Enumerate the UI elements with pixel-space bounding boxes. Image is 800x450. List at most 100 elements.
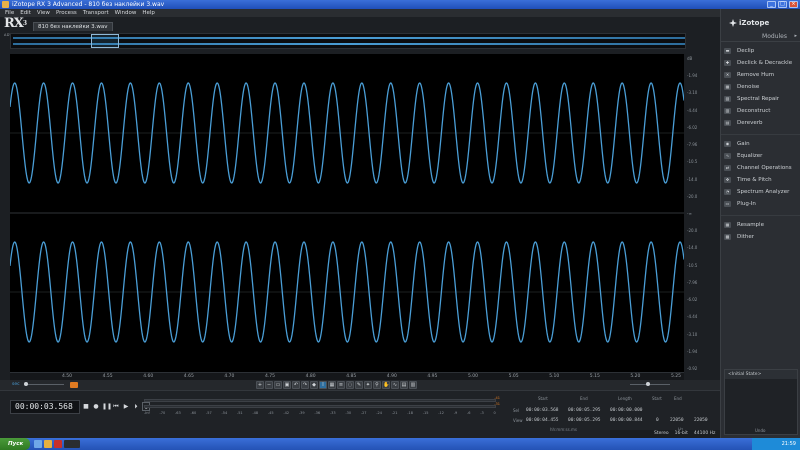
sel-start-value[interactable]: 00:00:03.568: [526, 408, 559, 413]
time-frequency-tool-icon[interactable]: ▦: [328, 381, 336, 389]
play-selection-icon[interactable]: ⏵: [132, 402, 140, 411]
time-ruler-tick: 5.00: [468, 374, 479, 379]
view-start-value[interactable]: 00:00:04.455: [526, 418, 559, 423]
db-scale-tick: -6.02: [687, 297, 698, 303]
spectrogram-toggle-button[interactable]: [70, 382, 78, 388]
module-dither[interactable]: ▩ Dither: [721, 231, 800, 243]
brush-tool-icon[interactable]: ✎: [355, 381, 363, 389]
module-deconstruct[interactable]: ▥ Deconstruct: [721, 105, 800, 117]
minimize-icon[interactable]: _: [767, 1, 776, 8]
modules-header[interactable]: Modules ▸: [721, 31, 800, 42]
module-dereverb[interactable]: ▤ Dereverb: [721, 117, 800, 129]
module-resample[interactable]: ▦ Resample: [721, 219, 800, 231]
mix-view-icon[interactable]: ▥: [409, 381, 417, 389]
record-icon[interactable]: ●: [92, 402, 100, 411]
spectrogram-view-icon[interactable]: ▤: [400, 381, 408, 389]
system-tray: 21:59: [752, 438, 800, 450]
range-end-value[interactable]: 22050: [670, 418, 684, 423]
module-label: Remove Hum: [737, 72, 775, 78]
marker-icon[interactable]: ◆: [310, 381, 318, 389]
equalizer-icon: ∿: [724, 153, 731, 159]
sel-end-value[interactable]: 00:00:05.295: [568, 408, 601, 413]
waveform-overview[interactable]: [10, 33, 686, 49]
pause-icon[interactable]: ❚❚: [102, 402, 112, 411]
waveform-view-icon[interactable]: ∿: [391, 381, 399, 389]
module-spectrum-analyzer[interactable]: ◔ Spectrum Analyzer: [721, 186, 800, 198]
folder-icon[interactable]: [44, 440, 52, 448]
overview-view-window[interactable]: [91, 34, 119, 48]
menu-transport[interactable]: Transport: [80, 9, 112, 17]
zoom-all-icon[interactable]: ▣: [283, 381, 291, 389]
sel-length-value[interactable]: 00:00:00.000: [610, 408, 643, 413]
waveform-display[interactable]: [10, 54, 684, 372]
meter-bar-right: [144, 405, 496, 408]
app-launcher-icon[interactable]: [54, 440, 62, 448]
menu-view[interactable]: View: [34, 9, 53, 17]
menu-window[interactable]: Window: [112, 9, 140, 17]
title-bar: iZotope RX 3 Advanced - 810 без наклейки…: [0, 0, 800, 9]
hand-tool-icon[interactable]: ✋: [382, 381, 390, 389]
range-length-value[interactable]: 22050: [694, 418, 708, 423]
lasso-tool-icon[interactable]: ◌: [346, 381, 354, 389]
app-window: iZotope RX 3 Advanced - 810 без наклейки…: [0, 0, 800, 450]
module-gain[interactable]: ◉ Gain: [721, 138, 800, 150]
module-label: Deconstruct: [737, 108, 771, 114]
module-divider: [721, 210, 800, 216]
start-button[interactable]: Пуск: [0, 438, 30, 450]
module-declip[interactable]: ▬ Declip: [721, 45, 800, 57]
db-scale-tick: -7.96: [687, 279, 698, 285]
stop-icon[interactable]: ■: [82, 402, 90, 411]
time-zoom-slider[interactable]: [24, 382, 64, 386]
quick-launch: [34, 440, 80, 448]
menu-help[interactable]: Help: [139, 9, 158, 17]
zoom-in-icon[interactable]: +: [256, 381, 264, 389]
module-label: Declip: [737, 48, 755, 54]
zoom-out-icon[interactable]: −: [265, 381, 273, 389]
vertical-zoom-slider[interactable]: [630, 382, 670, 386]
db-scale-tick: -10.5: [687, 159, 698, 165]
meter-bar-left: [144, 399, 496, 402]
time-pitch-icon: ✥: [724, 177, 731, 183]
sel-header-end: End: [580, 396, 588, 401]
module-time-pitch[interactable]: ✥ Time & Pitch: [721, 174, 800, 186]
time-ruler-tick: 5.05: [508, 374, 519, 379]
range-start-value[interactable]: 0: [656, 418, 659, 423]
view-length-value[interactable]: 00:00:00.844: [610, 418, 643, 423]
sel-header-start: Start: [538, 396, 548, 401]
play-icon[interactable]: ▶: [122, 402, 130, 411]
module-remove-hum[interactable]: ✕ Remove Hum: [721, 69, 800, 81]
menu-process[interactable]: Process: [53, 9, 80, 17]
module-label: Declick & Decrackle: [737, 60, 793, 66]
zoom-tool-icon[interactable]: ⚲: [373, 381, 381, 389]
module-plug-in[interactable]: ▭ Plug-In: [721, 198, 800, 210]
desktop-icon[interactable]: [34, 440, 42, 448]
time-ruler-tick: 4.80: [305, 374, 316, 379]
maximize-icon[interactable]: □: [778, 1, 787, 8]
rx-taskbar-button[interactable]: [64, 440, 80, 448]
window-controls: _ □ ×: [767, 1, 798, 8]
undo-zoom-icon[interactable]: ↶: [292, 381, 300, 389]
redo-zoom-icon[interactable]: ↷: [301, 381, 309, 389]
module-declick[interactable]: ✚ Declick & Decrackle: [721, 57, 800, 69]
db-scale-tick: -14.0: [687, 176, 698, 182]
rewind-icon[interactable]: ⏮: [112, 402, 120, 411]
magic-wand-icon[interactable]: ✦: [364, 381, 372, 389]
module-equalizer[interactable]: ∿ Equalizer: [721, 150, 800, 162]
view-end-value[interactable]: 00:00:05.295: [568, 418, 601, 423]
izotope-brand: iZotope: [729, 19, 769, 27]
meter-scale-tick: -39: [298, 411, 305, 415]
module-channel-operations[interactable]: ⇄ Channel Operations: [721, 162, 800, 174]
db-scale-tick: -0.92: [687, 366, 698, 371]
close-icon[interactable]: ×: [789, 1, 798, 8]
module-denoise[interactable]: ▦ Denoise: [721, 81, 800, 93]
db-scale-tick: -20.0: [687, 228, 698, 234]
zoom-selection-icon[interactable]: ▭: [274, 381, 282, 389]
meter-scale-tick: -6: [466, 411, 471, 415]
history-item[interactable]: <Initial State>: [725, 370, 797, 379]
meter-scale-tick: -Inf: [144, 411, 150, 415]
module-spectral-repair[interactable]: ▧ Spectral Repair: [721, 93, 800, 105]
time-select-tool-icon[interactable]: I: [319, 381, 327, 389]
file-tab[interactable]: 810 без наклейки 3.wav: [33, 22, 113, 31]
meter-scale-tick: -63: [175, 411, 181, 415]
frequency-tool-icon[interactable]: ≡: [337, 381, 345, 389]
